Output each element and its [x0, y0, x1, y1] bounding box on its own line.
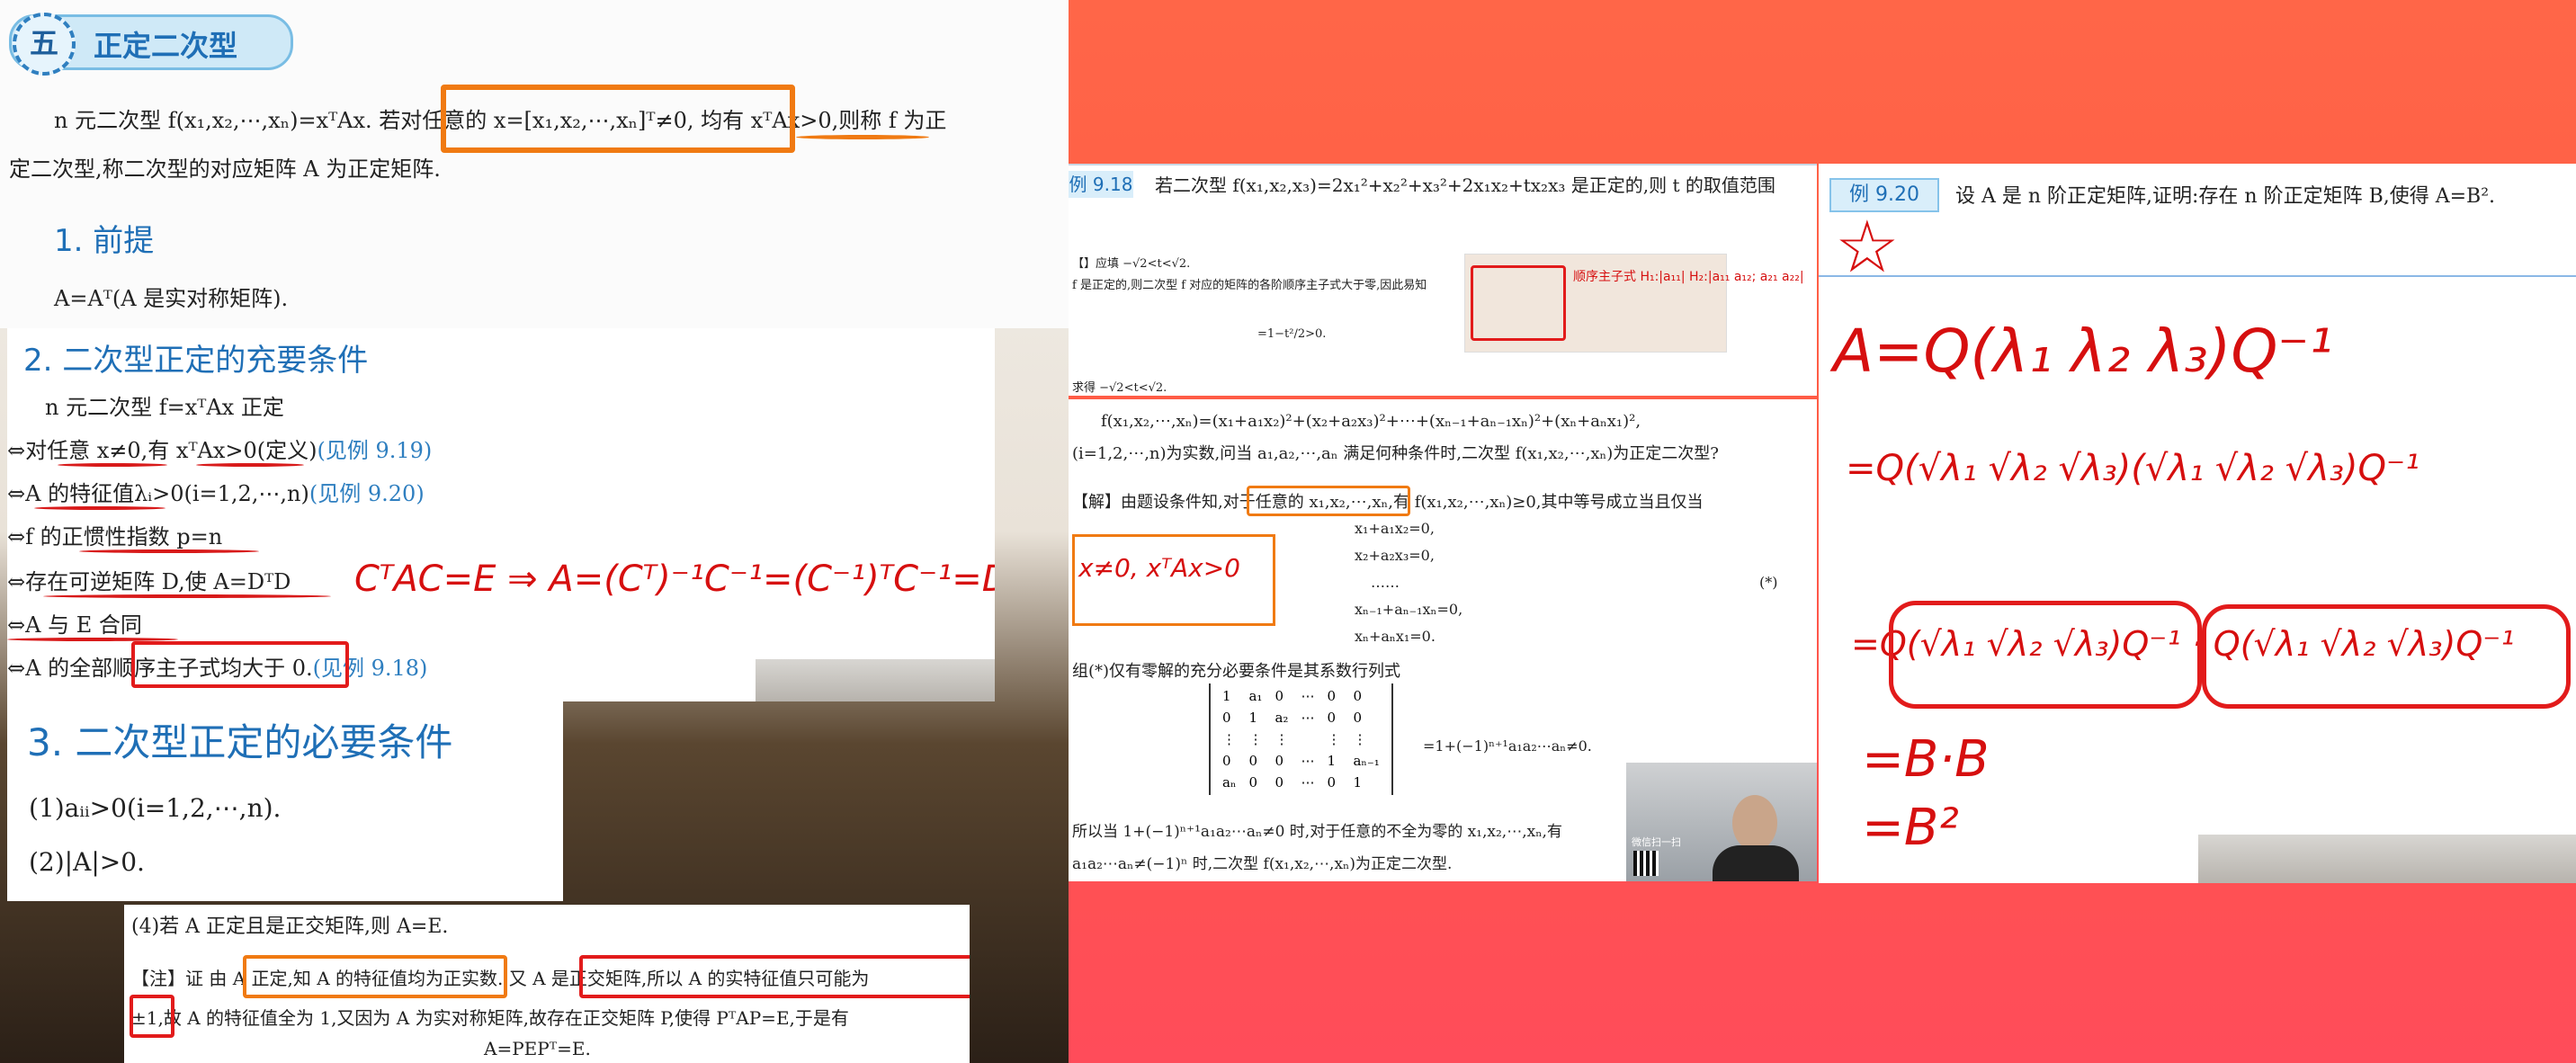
det-row-5: aₙ 0 0 ⋯ 0 1 — [1222, 774, 1362, 791]
matrix-note-image: 顺序主子式 H₁:|a₁₁| H₂:|a₁₁ a₁₂; a₂₁ a₂₂| — [1464, 254, 1804, 353]
box-factor-1 — [1889, 601, 2202, 709]
example-918-solution: f 是正定的,则二次型 f 对应的矩阵的各阶顺序主子式大于零,因此易知 — [1072, 279, 1427, 292]
example-918-label: 例 9.18 — [1069, 171, 1133, 198]
camera-thumbnail-left — [756, 659, 995, 701]
proof-step-1: A=Q(λ₁ λ₂ λ₃)Q⁻¹ — [1833, 317, 2333, 386]
underline-cond-1b — [196, 463, 304, 467]
section-title: 正定二次型 — [94, 29, 238, 63]
proof-step-5: =B² — [1862, 799, 1959, 857]
condition-intro: n 元二次型 f=xᵀAx 正定 — [45, 395, 284, 420]
note-line-2: ±1,故 A 的特征值全为 1,又因为 A 为实对称矩阵,故存在正交矩阵 P,使… — [131, 1007, 849, 1029]
highlight-positive-eigen — [243, 955, 507, 998]
positive-definite-example-panel: f(x₁,x₂,⋯,xₙ)=(x₁+a₁x₂)²+(x₂+a₂x₃)²+⋯+(x… — [1069, 399, 1817, 881]
necessary-1: (1)aᵢᵢ>0(i=1,2,⋯,n). — [29, 793, 282, 823]
note-line-3: A=PEPᵀ=E. — [484, 1038, 591, 1059]
conclusion-1: 所以当 1+(−1)ⁿ⁺¹a₁a₂⋯aₙ≠0 时,对于任意的不全为零的 x₁,x… — [1072, 823, 1562, 841]
example-920-text: 设 A 是 n 阶正定矩阵,证明:存在 n 阶正定矩阵 B,使得 A=B². — [1955, 185, 2496, 208]
coefficient-determinant: 1 a₁ 0 ⋯ 0 0 0 1 a₂ ⋯ 0 0 ⋮ ⋮ ⋮ ⋮ ⋮ 0 0 0 ⋯ 1 aₙ₋₁ aₙ 0 0 ⋯ 0 1 — [1209, 683, 1393, 795]
det-row-2: 0 1 a₂ ⋯ 0 0 — [1222, 710, 1362, 726]
qr-code-icon — [1633, 851, 1659, 876]
teacher-camera: 微信扫一扫 — [1626, 763, 1817, 881]
system-eq-3: …… — [1371, 574, 1400, 591]
determinant-value: =1+(−1)ⁿ⁺¹a₁a₂⋯aₙ≠0. — [1423, 737, 1592, 755]
handwritten-def-box: x≠0, xᵀAx>0 — [1072, 534, 1275, 626]
system-eq-2: x₂+a₂x₃=0, — [1355, 547, 1435, 564]
handwritten-def: x≠0, xᵀAx>0 — [1078, 553, 1240, 583]
condition-4: ⇔存在可逆矩阵 D,使 A=DᵀD — [7, 569, 291, 594]
necessary-2: (2)|A|>0. — [29, 847, 145, 877]
conclusion-2: a₁a₂⋯aₙ≠(−1)ⁿ 时,二次型 f(x₁,x₂,⋯,xₙ)为正定二次型. — [1072, 855, 1453, 873]
necessary-conditions-panel: 3. 二次型正定的必要条件 (1)aᵢᵢ>0(i=1,2,⋯,n). (2)|A… — [7, 701, 563, 901]
sufficient-conditions-panel: 2. 二次型正定的充要条件 n 元二次型 f=xᵀAx 正定 ⇔对任意 x≠0,… — [7, 328, 995, 701]
condition-5: ⇔A 与 E 合同 — [7, 612, 142, 638]
underline-cond-1 — [58, 463, 167, 467]
box-pm1 — [130, 995, 174, 1038]
premise-text: A=Aᵀ(A 是实对称矩阵). — [54, 286, 289, 311]
box-factor-2 — [2202, 604, 2571, 709]
matrix-note-box — [1471, 265, 1566, 341]
note-title: (4)若 A 正定且是正交矩阵,则 A=E. — [131, 916, 449, 938]
matrix-note-hand: 顺序主子式 H₁:|a₁₁| H₂:|a₁₁ a₁₂; a₂₁ a₂₂| — [1573, 270, 1804, 284]
heading-necessary: 3. 二次型正定的必要条件 — [27, 720, 453, 764]
proof-step-2: =Q(√λ₁ √λ₂ √λ₃)(√λ₁ √λ₂ √λ₃)Q⁻¹ — [1846, 448, 2420, 489]
highlight-any-x — [441, 85, 795, 153]
teacher-body — [1713, 845, 1799, 881]
heading-premise: 1. 前提 — [54, 223, 155, 259]
panel-divider — [1819, 275, 2576, 277]
solution-line-3: 组(*)仅有零解的充分必要条件是其系数行列式 — [1072, 662, 1401, 681]
middle-top-edge — [1069, 164, 1817, 165]
highlight-any-x-mid — [1247, 486, 1410, 516]
system-eq-4: xₙ₋₁+aₙ₋₁xₙ=0, — [1355, 601, 1463, 618]
example-line-1: f(x₁,x₂,⋯,xₙ)=(x₁+a₁x₂)²+(x₂+a₂x₃)²+⋯+(x… — [1101, 412, 1641, 431]
teacher-head — [1732, 795, 1777, 851]
heading-sufficient: 2. 二次型正定的充要条件 — [23, 343, 369, 379]
condition-1: ⇔对任意 x≠0,有 xᵀAx>0(定义)(见例 9.19) — [7, 438, 433, 463]
handwritten-congruence: CᵀAC=E ⇒ A=(Cᵀ)⁻¹C⁻¹=(C⁻¹)ᵀC⁻¹=DᵀD — [354, 558, 995, 600]
system-tag: (*) — [1759, 574, 1778, 591]
wechat-label: 微信扫一扫 — [1632, 836, 1681, 848]
underline-cond-4 — [43, 594, 331, 598]
underline-xtax — [796, 135, 929, 139]
orthogonal-note-panel: (4)若 A 正定且是正交矩阵,则 A=E. 【注】证 由 A 正定,知 A 的… — [124, 905, 970, 1063]
condition-2: ⇔A 的特征值λᵢ>0(i=1,2,⋯,n)(见例 9.20) — [7, 481, 425, 506]
example-920-panel: 例 9.20 设 A 是 n 阶正定矩阵,证明:存在 n 阶正定矩阵 B,使得 … — [1819, 164, 2576, 883]
example-918-end: 求得 −√2<t<√2. — [1072, 381, 1167, 395]
underline-cond-2 — [34, 506, 165, 510]
camera-thumbnail-right — [2198, 835, 2576, 883]
det-row-1: 1 a₁ 0 ⋯ 0 0 — [1222, 688, 1362, 704]
example-918-answer: 【】应填 −√2<t<√2. — [1072, 257, 1191, 271]
system-eq-1: x₁+a₁x₂=0, — [1355, 520, 1435, 537]
det-row-4: 0 0 0 ⋯ 1 aₙ₋₁ — [1222, 753, 1380, 769]
underline-cond-3 — [79, 549, 259, 553]
example-918-det-result: =1−t²/2>0. — [1257, 327, 1327, 341]
example-918-text: 若二次型 f(x₁,x₂,x₃)=2x₁²+x₂²+x₃²+2x₁x₂+tx₂x… — [1155, 174, 1775, 196]
definition-line-2: 定二次型,称二次型的对应矩阵 A 为正定矩阵. — [9, 156, 441, 182]
section-number: 五 — [13, 13, 76, 76]
condition-3: ⇔f 的正惯性指数 p=n — [7, 524, 223, 549]
definition-panel: 五 正定二次型 n 元二次型 f(x₁,x₂,⋯,xₙ)=xᵀAx. 若对任意的… — [0, 0, 1069, 328]
example-918-panel: 例 9.18 若二次型 f(x₁,x₂,x₃)=2x₁²+x₂²+x₃²+2x₁… — [1069, 164, 1817, 396]
example-line-2: (i=1,2,⋯,n)为实数,问当 a₁,a₂,⋯,aₙ 满足何种条件时,二次型… — [1072, 444, 1719, 463]
proof-step-4: =B·B — [1862, 730, 1990, 789]
highlight-orthogonal — [579, 955, 970, 998]
system-eq-5: xₙ+aₙx₁=0. — [1355, 628, 1436, 645]
det-row-3: ⋮ ⋮ ⋮ ⋮ ⋮ — [1222, 731, 1367, 747]
box-principal-minors — [131, 641, 349, 688]
